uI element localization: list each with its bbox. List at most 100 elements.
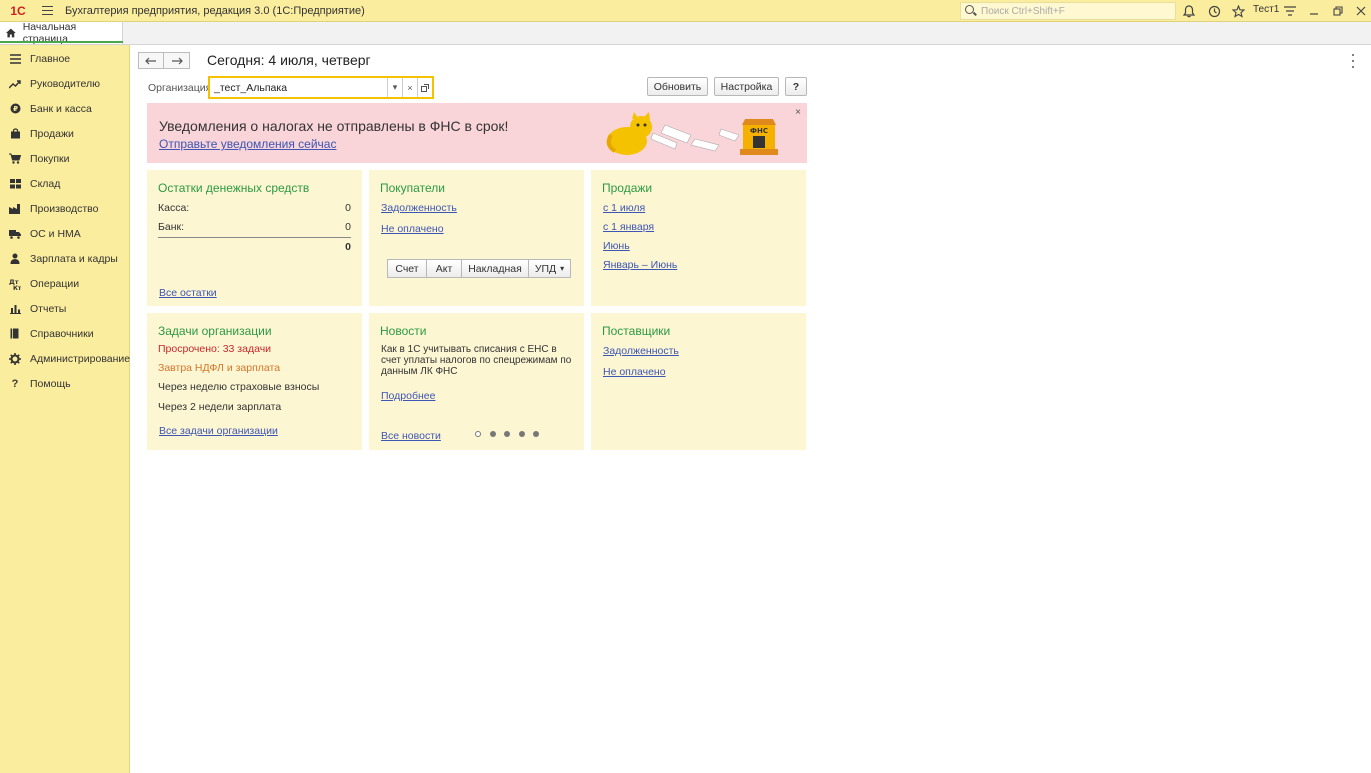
help-button[interactable]: ? bbox=[785, 77, 807, 96]
search-icon bbox=[964, 4, 978, 18]
news-page-dot[interactable] bbox=[475, 431, 481, 437]
divider bbox=[158, 237, 351, 238]
app-title: Бухгалтерия предприятия, редакция 3.0 (1… bbox=[65, 4, 365, 17]
buyers-unpaid-link[interactable]: Не оплачено bbox=[381, 223, 444, 235]
sidebar-item-catalogs[interactable]: Справочники bbox=[0, 321, 129, 346]
history-navigation bbox=[138, 52, 190, 69]
refresh-button[interactable]: Обновить bbox=[647, 77, 708, 96]
sidebar-item-admin[interactable]: Администрирование bbox=[0, 346, 130, 371]
sidebar-item-label: Руководителю bbox=[30, 77, 101, 90]
sidebar-item-director[interactable]: Руководителю bbox=[0, 71, 129, 96]
title-bar: 1С Бухгалтерия предприятия, редакция 3.0… bbox=[0, 0, 1371, 22]
invoice-button[interactable]: Счет bbox=[387, 259, 427, 278]
sidebar: Главное Руководителю ₽ Банк и касса Прод… bbox=[0, 45, 130, 773]
svg-text:₽: ₽ bbox=[13, 105, 18, 113]
settings-menu-icon[interactable] bbox=[1281, 2, 1299, 20]
settings-button[interactable]: Настройка bbox=[714, 77, 779, 96]
factory-icon bbox=[9, 203, 21, 215]
buyers-debt-link[interactable]: Задолженность bbox=[381, 202, 457, 214]
sales-jan-june-link[interactable]: Январь – Июнь bbox=[603, 259, 677, 271]
minimize-icon[interactable] bbox=[1305, 2, 1323, 20]
sidebar-item-label: Банк и касса bbox=[30, 102, 92, 115]
sidebar-item-reports[interactable]: Отчеты bbox=[0, 296, 129, 321]
news-page-dot[interactable] bbox=[518, 431, 525, 437]
book-icon bbox=[9, 328, 21, 340]
suppliers-debt-link[interactable]: Задолженность bbox=[603, 345, 679, 357]
fns-emblem-text: ФНС bbox=[750, 127, 768, 135]
upd-label: УПД bbox=[534, 262, 557, 275]
sidebar-item-label: Зарплата и кадры bbox=[30, 252, 118, 265]
sidebar-item-purchases[interactable]: Покупки bbox=[0, 146, 129, 171]
news-page-dot[interactable] bbox=[533, 431, 539, 437]
tab-bar: Начальная страница bbox=[0, 21, 1371, 45]
global-search[interactable] bbox=[960, 2, 1176, 20]
sales-june-link[interactable]: Июнь bbox=[603, 240, 630, 252]
cash-label: Касса: bbox=[158, 202, 190, 214]
document-buttons: Счет Акт Накладная УПД ▾ bbox=[387, 259, 571, 278]
sidebar-item-label: Отчеты bbox=[30, 302, 67, 315]
news-page-dot[interactable] bbox=[489, 431, 496, 437]
sidebar-item-help[interactable]: ? Помощь bbox=[0, 371, 129, 396]
open-icon[interactable] bbox=[417, 78, 432, 97]
sidebar-item-label: ОС и НМА bbox=[30, 227, 81, 240]
all-tasks-link[interactable]: Все задачи организации bbox=[159, 425, 278, 437]
organization-input[interactable]: _тест_Альпака bbox=[210, 82, 387, 94]
sidebar-item-sales[interactable]: Продажи bbox=[0, 121, 129, 146]
news-text: Как в 1С учитывать списания с ЕНС в счет… bbox=[381, 344, 572, 377]
sidebar-item-fixed-assets[interactable]: ОС и НМА bbox=[0, 221, 129, 246]
news-more-link[interactable]: Подробнее bbox=[381, 390, 435, 402]
news-page-dot[interactable] bbox=[504, 431, 510, 437]
all-news-link[interactable]: Все новости bbox=[381, 430, 441, 442]
search-input[interactable] bbox=[981, 5, 1171, 17]
dropdown-icon[interactable]: ▾ bbox=[387, 78, 402, 97]
arrow-right-icon bbox=[171, 57, 183, 64]
bank-label: Банк: bbox=[158, 221, 185, 233]
forward-button[interactable] bbox=[164, 52, 190, 69]
waybill-button[interactable]: Накладная bbox=[462, 259, 529, 278]
organization-field[interactable]: _тест_Альпака ▾ × bbox=[208, 76, 434, 99]
task-two-weeks[interactable]: Через 2 недели зарплата bbox=[158, 401, 281, 413]
sidebar-item-warehouse[interactable]: Склад bbox=[0, 171, 129, 196]
restore-icon[interactable] bbox=[1329, 2, 1347, 20]
sales-since-july-link[interactable]: с 1 июля bbox=[603, 202, 645, 214]
user-name[interactable]: Тест1 bbox=[1253, 4, 1279, 15]
all-balances-link[interactable]: Все остатки bbox=[159, 287, 217, 299]
more-actions-icon[interactable] bbox=[1350, 54, 1356, 68]
arrow-left-icon bbox=[145, 57, 156, 64]
sidebar-item-label: Операции bbox=[30, 277, 80, 290]
card-title: Продажи bbox=[602, 181, 653, 195]
sidebar-item-operations[interactable]: Дт Кт Операции bbox=[0, 271, 129, 296]
tax-notice-banner: Уведомления о налогах не отправлены в ФН… bbox=[147, 103, 807, 163]
favorites-star-icon[interactable] bbox=[1229, 2, 1247, 20]
sidebar-item-production[interactable]: Производство bbox=[0, 196, 129, 221]
upd-button[interactable]: УПД ▾ bbox=[529, 259, 571, 278]
sales-since-january-link[interactable]: с 1 января bbox=[603, 221, 654, 233]
close-window-icon[interactable] bbox=[1352, 2, 1370, 20]
sidebar-item-payroll[interactable]: Зарплата и кадры bbox=[0, 246, 129, 271]
tasks-card: Задачи организации Просрочено: 33 задачи… bbox=[147, 313, 362, 450]
sidebar-item-main[interactable]: Главное bbox=[0, 46, 129, 71]
task-next-week[interactable]: Через неделю страховые взносы bbox=[158, 381, 319, 393]
close-icon[interactable]: × bbox=[795, 107, 801, 118]
sidebar-item-label: Продажи bbox=[30, 127, 74, 140]
bell-icon[interactable] bbox=[1180, 2, 1198, 20]
act-button[interactable]: Акт bbox=[427, 259, 462, 278]
back-button[interactable] bbox=[138, 52, 164, 69]
task-tomorrow[interactable]: Завтра НДФЛ и зарплата bbox=[158, 362, 280, 374]
warehouse-icon bbox=[9, 178, 21, 190]
app-logo: 1С bbox=[10, 3, 26, 18]
history-icon[interactable] bbox=[1205, 2, 1223, 20]
clear-icon[interactable]: × bbox=[402, 78, 417, 97]
sidebar-item-bank[interactable]: ₽ Банк и касса bbox=[0, 96, 129, 121]
svg-text:Кт: Кт bbox=[13, 285, 21, 290]
organization-label: Организация: bbox=[148, 82, 215, 94]
task-overdue[interactable]: Просрочено: 33 задачи bbox=[158, 343, 271, 355]
send-notices-link[interactable]: Отправьте уведомления сейчас bbox=[159, 137, 336, 151]
total-value[interactable]: 0 bbox=[297, 241, 351, 253]
sidebar-item-label: Склад bbox=[30, 177, 61, 190]
suppliers-unpaid-link[interactable]: Не оплачено bbox=[603, 366, 666, 378]
main-menu-icon[interactable] bbox=[36, 0, 58, 22]
home-icon bbox=[5, 28, 16, 38]
cash-value[interactable]: 0 bbox=[297, 202, 351, 214]
bank-value[interactable]: 0 bbox=[297, 221, 351, 233]
